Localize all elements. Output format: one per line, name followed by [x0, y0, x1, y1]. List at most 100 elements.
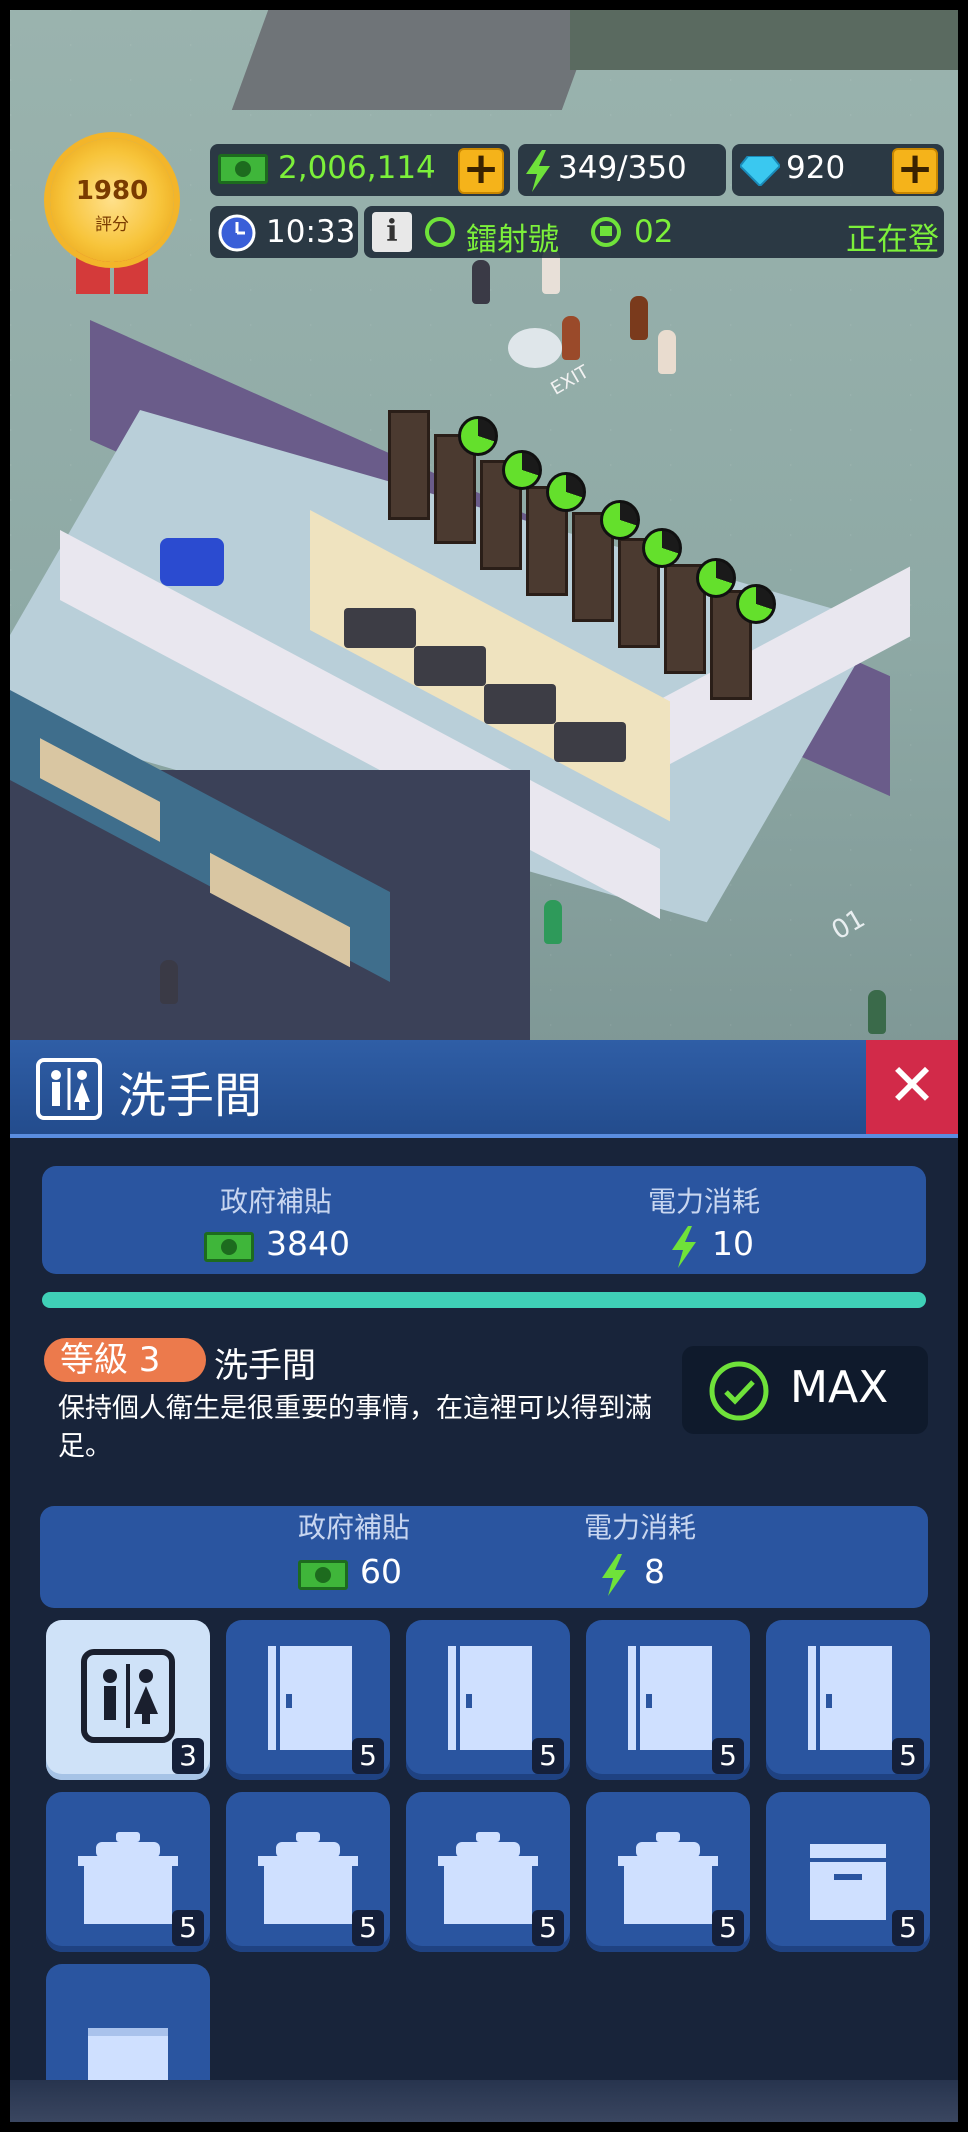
toilet-stall-icon [628, 1646, 712, 1750]
toilet-stall-icon [268, 1646, 352, 1750]
restroom-sign-icon [81, 1649, 175, 1743]
passenger[interactable] [544, 900, 562, 944]
total-power-value: 10 [712, 1224, 754, 1263]
item-count: 5 [172, 1910, 204, 1946]
stall-usage-ring [642, 528, 682, 568]
item-count: 3 [172, 1738, 204, 1774]
item-count: 5 [892, 1910, 924, 1946]
max-level-button[interactable]: MAX [682, 1346, 928, 1434]
game-time: 10:33 [266, 214, 356, 250]
metro-line-icon [425, 217, 455, 247]
washbasin-icon [258, 1832, 358, 1924]
washbasin-tile[interactable]: 5 [586, 1792, 750, 1952]
add-gems-button[interactable]: + [892, 147, 938, 194]
train-status: 正在登 [846, 222, 939, 258]
passenger[interactable] [868, 990, 886, 1034]
stall-usage-ring [546, 472, 586, 512]
energy-bolt-icon [602, 1554, 626, 1596]
sink[interactable] [554, 722, 626, 762]
facility-totals [42, 1166, 926, 1274]
toilet-stall-icon [448, 1646, 532, 1750]
sink[interactable] [344, 608, 416, 648]
stall-usage-ring [600, 500, 640, 540]
washbasin-icon [78, 1832, 178, 1924]
passenger[interactable] [658, 330, 676, 374]
checkmark-icon [709, 1361, 769, 1421]
info-icon[interactable]: i [372, 212, 412, 252]
passenger[interactable] [630, 296, 648, 340]
washbasin-tile[interactable]: 5 [46, 1792, 210, 1952]
stall-usage-ring [736, 584, 776, 624]
gem-count: 920 [786, 150, 846, 186]
passenger[interactable] [562, 316, 580, 360]
game-screen: EXIT 01 2,006,114 + 349/350 920 + 10:33 … [10, 10, 958, 2122]
energy-bolt-icon [526, 150, 550, 192]
hand-dryer-icon [810, 1844, 886, 1920]
rating-badge[interactable]: 1980 評分 [42, 130, 182, 294]
clock-icon [218, 214, 256, 252]
facility-panel: 洗手間 ✕ 政府補貼 3840 電力消耗 10 等級 3 洗手間 保持個人衛生是… [10, 1040, 958, 2122]
toilet-stall-icon [808, 1646, 892, 1750]
sink[interactable] [484, 684, 556, 724]
item-stats [40, 1506, 928, 1608]
item-count: 5 [532, 1910, 564, 1946]
item-subsidy-label: 政府補貼 [297, 1511, 410, 1544]
train-number: 02 [634, 214, 674, 250]
restroom-sign-tile[interactable]: 3 [46, 1620, 210, 1780]
toilet-stall-tile[interactable]: 5 [226, 1620, 390, 1780]
item-count: 5 [352, 1738, 384, 1774]
train-icon [591, 217, 621, 247]
level-badge: 等級 3 [44, 1338, 206, 1382]
cash-amount: 2,006,114 [278, 150, 436, 186]
panel-header: 洗手間 ✕ [10, 1040, 958, 1138]
item-subsidy-value: 60 [360, 1552, 402, 1591]
sink[interactable] [414, 646, 486, 686]
panel-title: 洗手間 [118, 1068, 263, 1124]
panel-bottom-fade [10, 2080, 958, 2122]
cash-icon [204, 1232, 254, 1262]
mop-bucket [160, 538, 224, 586]
track-area [570, 10, 958, 70]
item-power-value: 8 [644, 1552, 665, 1591]
restroom-sign-icon [36, 1058, 102, 1120]
cash-icon [218, 154, 268, 184]
washbasin-tile[interactable]: 5 [406, 1792, 570, 1952]
facility-name: 洗手間 [214, 1346, 316, 1386]
toilet-stall[interactable] [388, 410, 430, 520]
washbasin-icon [618, 1832, 718, 1924]
exit-arrow-icon [508, 328, 562, 368]
passenger[interactable] [472, 260, 490, 304]
stall-usage-ring [502, 450, 542, 490]
escalator-structure [231, 10, 599, 110]
energy-bolt-icon [672, 1226, 696, 1268]
hand-dryer-tile[interactable]: 5 [766, 1792, 930, 1952]
washbasin-tile[interactable]: 5 [226, 1792, 390, 1952]
total-subsidy-label: 政府補貼 [219, 1185, 332, 1218]
passenger[interactable] [160, 960, 178, 1004]
item-count: 5 [712, 1910, 744, 1946]
toilet-stall-tile[interactable]: 5 [586, 1620, 750, 1780]
cash-icon [298, 1560, 348, 1590]
toilet-stall-tile[interactable]: 5 [766, 1620, 930, 1780]
item-power-label: 電力消耗 [583, 1511, 696, 1544]
facility-description: 保持個人衛生是很重要的事情，在這裡可以得到滿足。 [58, 1393, 652, 1462]
item-count: 5 [352, 1910, 384, 1946]
toilet-stall-tile[interactable]: 5 [406, 1620, 570, 1780]
facility-item-grid[interactable]: 3 5 5 5 5 5 5 5 5 5 [10, 1620, 958, 2102]
total-power-label: 電力消耗 [647, 1185, 760, 1218]
rating-label: 評分 [95, 215, 129, 235]
diamond-icon [740, 156, 780, 186]
add-cash-button[interactable]: + [458, 147, 504, 194]
stall-usage-ring [696, 558, 736, 598]
item-count: 5 [532, 1738, 564, 1774]
item-count: 5 [892, 1738, 924, 1774]
max-label: MAX [790, 1362, 889, 1413]
close-button[interactable]: ✕ [866, 1040, 958, 1134]
total-subsidy-value: 3840 [266, 1224, 350, 1263]
train-line-name: 鐳射號 [466, 222, 559, 258]
rating-score: 1980 [75, 176, 149, 206]
item-count: 5 [712, 1738, 744, 1774]
station-scene[interactable]: EXIT 01 2,006,114 + 349/350 920 + 10:33 … [10, 10, 958, 1050]
washbasin-icon [438, 1832, 538, 1924]
energy-value: 349/350 [558, 150, 687, 186]
